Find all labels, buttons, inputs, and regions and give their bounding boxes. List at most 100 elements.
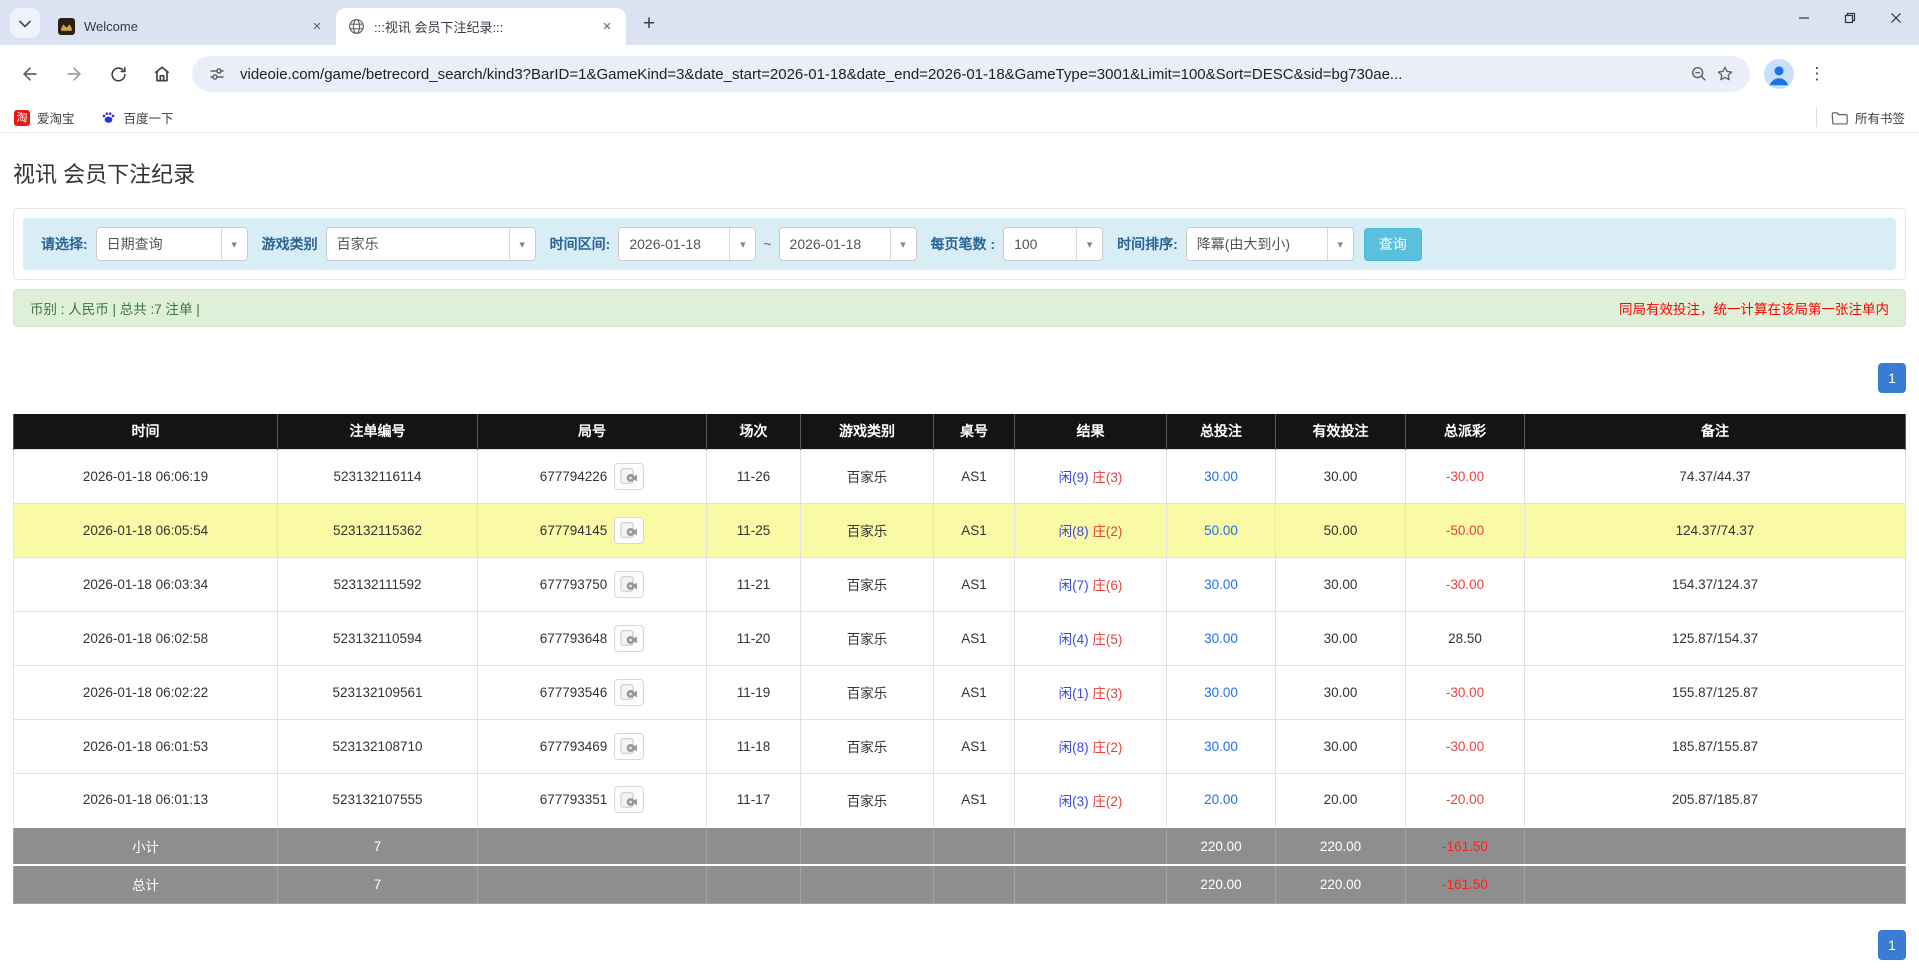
column-header: 桌号 [934, 414, 1015, 449]
cell-total-bet[interactable]: 50.00 [1167, 503, 1276, 557]
total-count: 7 [278, 865, 478, 903]
cell-round: 677794145 [478, 503, 707, 557]
zoom-out-icon[interactable] [1686, 61, 1712, 87]
site-settings-icon[interactable] [204, 61, 230, 87]
cell-valid-bet: 30.00 [1276, 557, 1406, 611]
game-kind-label: 游戏类别 [262, 234, 318, 254]
cell-table-no: AS1 [934, 503, 1015, 557]
menu-kebab-icon[interactable]: ⋮ [1804, 61, 1830, 87]
result-banker: 庄(2) [1092, 794, 1122, 809]
cell-payout: -30.00 [1406, 665, 1525, 719]
folder-icon [1831, 111, 1848, 125]
window-restore-button[interactable] [1827, 0, 1873, 36]
total-total-bet: 220.00 [1167, 865, 1276, 903]
video-record-icon[interactable] [614, 786, 644, 813]
home-icon[interactable] [145, 57, 179, 91]
cell-game-kind: 百家乐 [801, 557, 934, 611]
browser-window: Welcome × :::视讯 会员下注纪录::: × + [0, 0, 1919, 133]
subtotal-payout: -161.50 [1406, 827, 1525, 865]
round-number: 677793750 [540, 577, 608, 592]
cell-time: 2026-01-18 06:01:13 [14, 773, 278, 827]
cell-total-bet[interactable]: 30.00 [1167, 557, 1276, 611]
cell-total-bet[interactable]: 30.00 [1167, 719, 1276, 773]
result-player: 闲(3) [1059, 794, 1089, 809]
bookmark-baidu[interactable]: 百度一下 [101, 108, 174, 127]
cell-time: 2026-01-18 06:05:54 [14, 503, 278, 557]
cell-payout: -30.00 [1406, 449, 1525, 503]
window-close-button[interactable] [1873, 0, 1919, 36]
new-tab-button[interactable]: + [634, 9, 664, 39]
cell-session: 11-20 [707, 611, 801, 665]
tab-search-button[interactable] [10, 8, 40, 38]
cell-valid-bet: 30.00 [1276, 719, 1406, 773]
cell-payout: -20.00 [1406, 773, 1525, 827]
result-banker: 庄(5) [1092, 632, 1122, 647]
omnibox[interactable]: videoie.com/game/betrecord_search/kind3?… [192, 56, 1750, 92]
window-minimize-button[interactable] [1781, 0, 1827, 36]
video-record-icon[interactable] [614, 517, 644, 544]
bet-row[interactable]: 2026-01-18 06:02:22523132109561677793546… [14, 665, 1906, 719]
video-record-icon[interactable] [614, 625, 644, 652]
game-kind-select[interactable]: 百家乐 ▾ [326, 227, 536, 261]
bet-records-table: 时间注单编号局号场次游戏类别桌号结果总投注有效投注总派彩备注 2026-01-1… [13, 414, 1906, 904]
forward-icon[interactable] [57, 57, 91, 91]
tab-welcome[interactable]: Welcome × [46, 8, 336, 45]
cell-game-kind: 百家乐 [801, 719, 934, 773]
cell-round: 677794226 [478, 449, 707, 503]
video-record-icon[interactable] [614, 571, 644, 598]
profile-avatar[interactable] [1764, 59, 1794, 89]
chevron-down-icon: ▾ [1327, 228, 1353, 260]
filter-panel: 请选择: 日期查询 ▾ 游戏类别 百家乐 ▾ 时间区间: 2026-01-18 … [13, 208, 1906, 280]
pagination-page-1[interactable]: 1 [1878, 363, 1906, 393]
column-header: 游戏类别 [801, 414, 934, 449]
bookmark-star-icon[interactable] [1712, 61, 1738, 87]
cell-total-bet[interactable]: 30.00 [1167, 665, 1276, 719]
back-icon[interactable] [13, 57, 47, 91]
all-bookmarks-button[interactable]: 所有书签 [1816, 108, 1905, 127]
page-content: 视讯 会员下注纪录 请选择: 日期查询 ▾ 游戏类别 百家乐 ▾ 时间区间: 2… [0, 157, 1919, 960]
cell-game-kind: 百家乐 [801, 665, 934, 719]
bet-row[interactable]: 2026-01-18 06:05:54523132115362677794145… [14, 503, 1906, 557]
video-record-icon[interactable] [614, 733, 644, 760]
total-payout: -161.50 [1406, 865, 1525, 903]
total-row: 总计 7 220.00 220.00 -161.50 [14, 865, 1906, 903]
cell-bet-id: 523132111592 [278, 557, 478, 611]
tab-close-icon[interactable]: × [598, 18, 616, 36]
search-button[interactable]: 查询 [1364, 228, 1422, 261]
cell-table-no: AS1 [934, 557, 1015, 611]
column-header: 局号 [478, 414, 707, 449]
cell-bet-id: 523132108710 [278, 719, 478, 773]
cell-time: 2026-01-18 06:02:22 [14, 665, 278, 719]
per-page-select[interactable]: 100 ▾ [1003, 227, 1103, 261]
all-bookmarks-label: 所有书签 [1855, 108, 1905, 127]
round-number: 677794145 [540, 523, 608, 538]
cell-bet-id: 523132107555 [278, 773, 478, 827]
bet-row[interactable]: 2026-01-18 06:01:13523132107555677793351… [14, 773, 1906, 827]
sort-select[interactable]: 降冪(由大到小) ▾ [1186, 227, 1354, 261]
refresh-icon[interactable] [101, 57, 135, 91]
baidu-paw-icon [101, 110, 117, 126]
bet-row[interactable]: 2026-01-18 06:06:19523132116114677794226… [14, 449, 1906, 503]
cell-time: 2026-01-18 06:06:19 [14, 449, 278, 503]
video-record-icon[interactable] [614, 463, 644, 490]
tab-close-icon[interactable]: × [308, 18, 326, 36]
bet-row[interactable]: 2026-01-18 06:02:58523132110594677793648… [14, 611, 1906, 665]
cell-remark: 155.87/125.87 [1525, 665, 1906, 719]
bet-row[interactable]: 2026-01-18 06:01:53523132108710677793469… [14, 719, 1906, 773]
cell-payout: -50.00 [1406, 503, 1525, 557]
date-start-select[interactable]: 2026-01-18 ▾ [618, 227, 756, 261]
cell-total-bet[interactable]: 20.00 [1167, 773, 1276, 827]
date-end-select[interactable]: 2026-01-18 ▾ [779, 227, 917, 261]
cell-total-bet[interactable]: 30.00 [1167, 611, 1276, 665]
bookmark-aitaobao[interactable]: 淘 爱淘宝 [14, 108, 75, 127]
query-type-select[interactable]: 日期查询 ▾ [96, 227, 248, 261]
video-record-icon[interactable] [614, 679, 644, 706]
tab-betrecord[interactable]: :::视讯 会员下注纪录::: × [336, 8, 626, 45]
chevron-down-icon: ▾ [729, 228, 755, 260]
cell-table-no: AS1 [934, 665, 1015, 719]
pagination-page-1[interactable]: 1 [1878, 930, 1906, 960]
bet-row[interactable]: 2026-01-18 06:03:34523132111592677793750… [14, 557, 1906, 611]
cell-game-kind: 百家乐 [801, 773, 934, 827]
cell-time: 2026-01-18 06:02:58 [14, 611, 278, 665]
cell-total-bet[interactable]: 30.00 [1167, 449, 1276, 503]
